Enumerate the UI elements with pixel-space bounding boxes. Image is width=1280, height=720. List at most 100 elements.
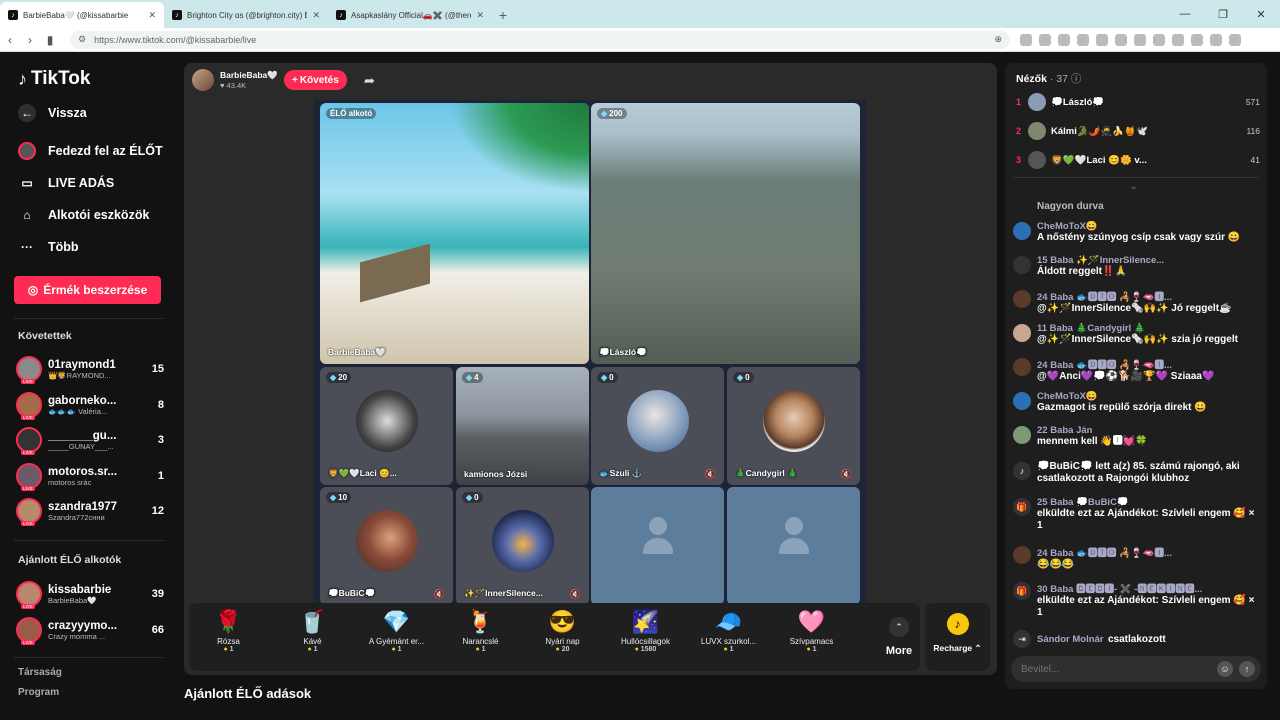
guest-cell[interactable]: ◆ 20 🦁💚🤍Laci 😊... [320, 367, 453, 485]
nav-label: Fedezd fel az ÉLŐT [48, 144, 163, 158]
close-tab-icon[interactable]: ✕ [312, 10, 320, 21]
url-field[interactable]: ⚙ https://www.tiktok.com/@kissabarbie/li… [70, 30, 1010, 49]
footer-link-program[interactable]: Program [18, 687, 59, 698]
badge-count: 0 [474, 493, 479, 502]
share-icon[interactable]: ➦ [364, 73, 375, 89]
browser-tab-3[interactable]: ♪ Asapkaslány Official🚗✖️ (@theresi ✕ [328, 2, 492, 28]
top-viewer-row[interactable]: 2 Kálmi🐊🌶️🥷🍌🍯🕊️ 116 [1016, 119, 1260, 143]
zoom-icon[interactable]: ⊕ [994, 34, 1002, 45]
guest-cell[interactable]: ◆ 10 💭BuBiC💭 🔇 [320, 487, 453, 603]
bookmark-icon[interactable]: ▮ [40, 33, 60, 47]
gift-item[interactable]: 🌠 Hullócsillagok ● 1580 [608, 607, 683, 667]
message-user[interactable]: Sándor Molnár [1037, 634, 1104, 645]
chat-message: 24 Baba 🐟🅳🆃🅾 🦂🍷🫦🅸... @✨🪄InnerSilence🗞️🙌✨ … [1013, 289, 1261, 315]
empty-guest-slot[interactable] [727, 487, 860, 603]
guest-cell[interactable]: ◆ 0 🐟Szuli ⚓ 🔇 [591, 367, 724, 485]
viewers-header[interactable]: Nézők · 37 ⓘ [1016, 71, 1081, 86]
top-viewer-row[interactable]: 1 💭László💭 571 [1016, 90, 1260, 114]
menu-icon[interactable] [1229, 33, 1241, 46]
following-account[interactable]: LIVE gaborneko... 🐟🐟🐟 Valéria... 8 [16, 390, 164, 420]
recharge-button[interactable]: ♪ Recharge ⌃ [925, 603, 990, 671]
emoji-icon[interactable]: ☺ [1217, 661, 1233, 677]
message-user[interactable]: 25 Baba 💭BuBiC💭 [1037, 497, 1261, 508]
browser-tab-1[interactable]: ♪ BarbieBaba🤍 (@kissabarbie ✕ [0, 2, 164, 28]
nav-live-studio[interactable]: ▭ LIVE ADÁS [18, 174, 114, 192]
message-user[interactable]: 22 Baba Ján [1037, 425, 1261, 436]
browser-tab-2[interactable]: ♪ Brighton City ɑs (@brighton.city) ÉLŐ … [164, 2, 328, 28]
guest-name: 🐟Szuli ⚓ [599, 468, 643, 478]
chat-gift-message: 🎁 25 Baba 💭BuBiC💭 elküldte ezt az Ajándéko… [1013, 497, 1261, 532]
help-icon[interactable]: ⓘ [1071, 73, 1082, 85]
follow-button[interactable]: + Követés [284, 70, 347, 90]
guest-cell[interactable]: ◆ 0 🎄Candygirl 🎄 🔇 [727, 367, 860, 485]
message-user[interactable]: CheMoToX😀 [1037, 391, 1261, 402]
extension-icon[interactable] [1039, 33, 1051, 46]
get-coins-button[interactable]: ◎ Érmék beszerzése [14, 276, 161, 304]
guest-cell[interactable]: ◆ 200 💭László💭 [591, 103, 860, 364]
send-icon[interactable]: ↑ [1239, 661, 1255, 677]
top-viewer-row[interactable]: 3 🦁💚🤍Laci 😊🌼 v... 41 [1016, 148, 1260, 172]
close-tab-icon[interactable]: ✕ [148, 10, 156, 21]
live-badge: LIVE [21, 640, 35, 645]
extension-icon[interactable] [1077, 33, 1089, 46]
gift-bar: 🌹 Rózsa ● 1 🥤 Kávé ● 1 💎 A Gyémánt er... ● 1 🍹… [189, 603, 920, 671]
back-link[interactable]: ← Vissza [18, 104, 87, 122]
guest-avatar [762, 390, 825, 453]
extension-icon[interactable] [1153, 33, 1165, 46]
extension-icon[interactable] [1210, 33, 1222, 46]
gift-item[interactable]: 🧢 LUVX szurkol... ● 1 [691, 607, 766, 667]
viewer-count: 66 [151, 624, 164, 636]
message-user[interactable]: 24 Baba 🐟🅳🆃🅾 🦂🍷🫦🅸... [1037, 545, 1261, 559]
following-account[interactable]: LIVE _______gu... _____GUNAY___... 3 [16, 425, 164, 455]
message-user[interactable]: CheMoToX😀 [1037, 221, 1261, 232]
host-avatar[interactable] [192, 69, 214, 91]
host-info[interactable]: BarbieBaba🤍 ♥ 43.4K [192, 69, 278, 91]
message-user[interactable]: 24 Baba 🐟🅳🆃🅾 🦂🍷🫦🅸... [1037, 289, 1261, 303]
message-user[interactable]: 24 Baba 🐟🅳🆃🅾 🦂🍷🫦🅸... [1037, 357, 1261, 371]
nav-creator-tools[interactable]: ⌂ Alkotói eszközök [18, 206, 149, 224]
guest-cell[interactable]: ◆ 4 kamionos Józsi [456, 367, 589, 485]
minimize-icon[interactable]: — [1166, 0, 1204, 28]
site-info-icon[interactable]: ⚙ [78, 34, 86, 45]
forward-arrow-icon[interactable]: › [20, 33, 40, 47]
extension-icon[interactable] [1058, 33, 1070, 46]
guest-cell[interactable]: ◆ 0 ✨🪄InnerSilence... 🔇 [456, 487, 589, 603]
luvx-cap-icon: 🧢 [714, 609, 743, 634]
nav-explore-live[interactable]: Fedezd fel az ÉLŐT [18, 142, 163, 160]
new-tab-button[interactable]: + [492, 2, 514, 28]
chat-input[interactable] [1021, 663, 1211, 675]
recommended-account[interactable]: LIVE crazyyymo... Crazy momma ... 66 [16, 615, 164, 645]
more-gifts-button[interactable]: ⌃ More [877, 607, 921, 667]
join-icon: ⇥ [1013, 630, 1031, 648]
back-arrow-icon[interactable]: ‹ [0, 33, 20, 47]
gift-item[interactable]: 💎 A Gyémánt er... ● 1 [359, 607, 434, 667]
recommended-account[interactable]: LIVE kissabarbie BarbieBaba🤍 39 [16, 579, 164, 609]
message-user[interactable]: 11 Baba 🎄Candygirl 🎄 [1037, 323, 1261, 334]
nav-more[interactable]: ··· Több [18, 238, 79, 256]
nav-label: Vissza [48, 106, 87, 120]
message-user[interactable]: 15 Baba ✨🪄InnerSilence... [1037, 255, 1261, 266]
empty-guest-slot[interactable] [591, 487, 724, 603]
tiktok-logo[interactable]: ♪ TikTok [18, 68, 90, 90]
following-account[interactable]: LIVE motoros.sr... motoros srác 1 [16, 461, 164, 491]
extension-icon[interactable] [1096, 33, 1108, 46]
maximize-icon[interactable]: ❐ [1204, 0, 1242, 28]
gift-item[interactable]: 🍹 Narancslé ● 1 [443, 607, 518, 667]
chevron-down-icon[interactable]: ⌄ [1130, 181, 1138, 192]
extension-icon[interactable] [1134, 33, 1146, 46]
gift-item[interactable]: 😎 Nyári nap ● 20 [525, 607, 600, 667]
message-user[interactable]: 30 Baba 🅱🅴🅱🅸- ✖️ -🅽🅴🅺🅸🅽🅴... [1037, 581, 1261, 595]
gift-item[interactable]: 🌹 Rózsa ● 1 [191, 607, 266, 667]
guest-cell-host[interactable]: ÉLŐ alkotó BarbieBaba🤍 [320, 103, 589, 364]
close-tab-icon[interactable]: ✕ [476, 10, 484, 21]
extension-icon[interactable] [1115, 33, 1127, 46]
extension-icon[interactable] [1191, 33, 1203, 46]
gift-item[interactable]: 🩷 Szívpamacs ● 1 [774, 607, 849, 667]
gift-item[interactable]: 🥤 Kávé ● 1 [275, 607, 350, 667]
footer-link-company[interactable]: Társaság [18, 667, 62, 678]
close-window-icon[interactable]: ✕ [1242, 0, 1280, 28]
following-account[interactable]: LIVE 01raymond1 👑🦁RAYMOND... 15 [16, 354, 164, 384]
extension-icon[interactable] [1172, 33, 1184, 46]
following-account[interactable]: LIVE szandra1977 Szandra772снни 12 [16, 496, 164, 526]
brave-shield-icon[interactable] [1020, 33, 1032, 46]
